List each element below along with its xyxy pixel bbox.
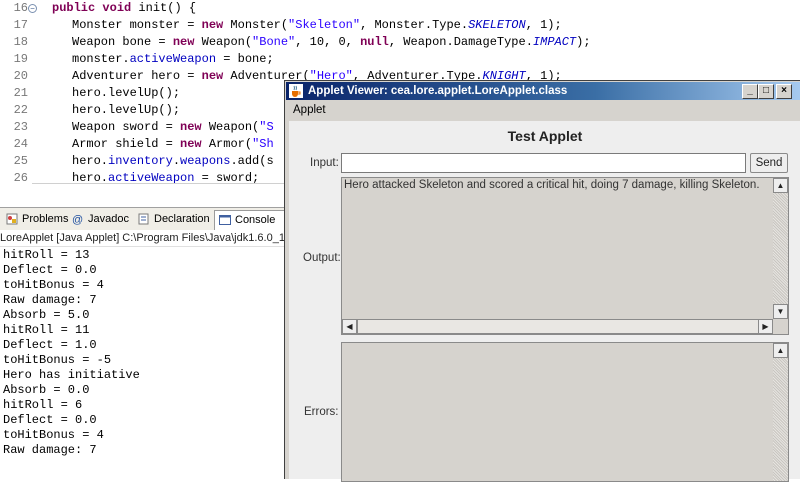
code-line: hero.levelUp(); [72,86,181,100]
window-title: Applet Viewer: cea.lore.applet.LoreApple… [308,85,568,97]
line-number: 20 [13,69,28,83]
console-line: Deflect = 0.0 [3,263,97,277]
applet-viewer-window: Applet Viewer: cea.lore.applet.LoreApple… [284,80,800,482]
tab-label: Console [235,214,276,226]
code-line: Armor shield = new Armor("Sh [72,137,274,151]
line-number-gutter: 16 − 17 18 19 20 21 22 23 24 25 26 [0,0,37,200]
scroll-corner [773,319,788,334]
line-number: 26 [13,171,28,185]
minimize-button[interactable]: _ [742,84,758,99]
tab-javadoc[interactable]: @ Javadoc [68,210,140,229]
console-line: toHitBonus = -5 [3,353,112,367]
console-line: Raw damage: 7 [3,443,97,457]
code-line: Monster monster = new Monster("Skeleton"… [72,18,562,32]
code-line: Weapon sword = new Weapon("S [72,120,274,134]
svg-text:@: @ [72,214,83,225]
line-number: 19 [13,52,28,66]
output-label: Output: [303,252,341,264]
console-line: Deflect = 0.0 [3,413,97,427]
code-line: hero.inventory.weapons.add(s [72,154,274,168]
console-line: hitRoll = 6 [3,398,83,412]
scroll-right-icon[interactable]: ▶ [758,319,773,334]
console-line: hitRoll = 13 [3,248,90,262]
send-button[interactable]: Send [750,153,788,173]
declaration-icon [138,213,149,225]
output-area[interactable]: Hero attacked Skeleton and scored a crit… [341,177,789,335]
applet-heading: Test Applet [507,128,583,144]
menu-bar: Applet [286,101,800,120]
line-number: 24 [13,137,28,151]
console-line: hitRoll = 11 [3,323,90,337]
errors-area[interactable]: ▲ [341,342,789,482]
line-number: 23 [13,120,28,134]
horizontal-scroll-thumb[interactable] [357,319,760,334]
input-label: Input: [310,157,339,169]
output-horizontal-scrollbar[interactable]: ◀ ▶ [342,319,773,334]
console-line: Raw damage: 7 [3,293,97,307]
errors-label: Errors: [304,406,339,418]
fold-toggle-icon[interactable]: − [28,4,37,13]
scroll-down-icon[interactable]: ▼ [773,304,788,319]
menu-applet[interactable]: Applet [293,101,326,120]
code-line: public void init() { [52,1,197,15]
output-vertical-scrollbar[interactable]: ▲ ▼ [773,178,788,319]
console-line: toHitBonus = 4 [3,278,104,292]
java-cup-icon [289,84,303,98]
window-titlebar[interactable]: Applet Viewer: cea.lore.applet.LoreApple… [286,82,800,100]
tab-declaration[interactable]: Declaration [134,210,224,229]
console-line: Absorb = 5.0 [3,308,90,322]
code-line: Weapon bone = new Weapon("Bone", 10, 0, … [72,35,591,49]
javadoc-icon: @ [72,214,83,225]
tab-label: Javadoc [88,213,129,225]
line-number: 16 [13,1,28,15]
applet-content: Test Applet Input: Send Output: Hero att… [289,121,800,482]
errors-vertical-scrollbar[interactable]: ▲ [773,343,788,481]
scroll-up-icon[interactable]: ▲ [773,178,788,193]
line-number: 18 [13,35,28,49]
problems-icon [6,213,18,225]
close-button[interactable]: × [776,84,792,99]
console-line: Absorb = 0.0 [3,383,90,397]
input-field[interactable] [341,153,746,173]
tab-label: Problems [22,213,69,225]
console-icon [219,215,231,225]
console-line: Deflect = 1.0 [3,338,97,352]
line-number: 21 [13,86,28,100]
code-line: hero.activeWeapon = sword; [72,171,260,185]
line-number: 17 [13,18,28,32]
scroll-up-icon[interactable]: ▲ [773,343,788,358]
code-line: monster.activeWeapon = bone; [72,52,274,66]
tab-label: Declaration [154,213,210,225]
scroll-left-icon[interactable]: ◀ [342,319,357,334]
console-line: Hero has initiative [3,368,140,382]
code-line: hero.levelUp(); [72,103,181,117]
maximize-button[interactable]: □ [758,84,774,99]
console-line: toHitBonus = 4 [3,428,104,442]
output-text: Hero attacked Skeleton and scored a crit… [344,179,760,191]
line-number: 22 [13,103,28,117]
line-number: 25 [13,154,28,168]
